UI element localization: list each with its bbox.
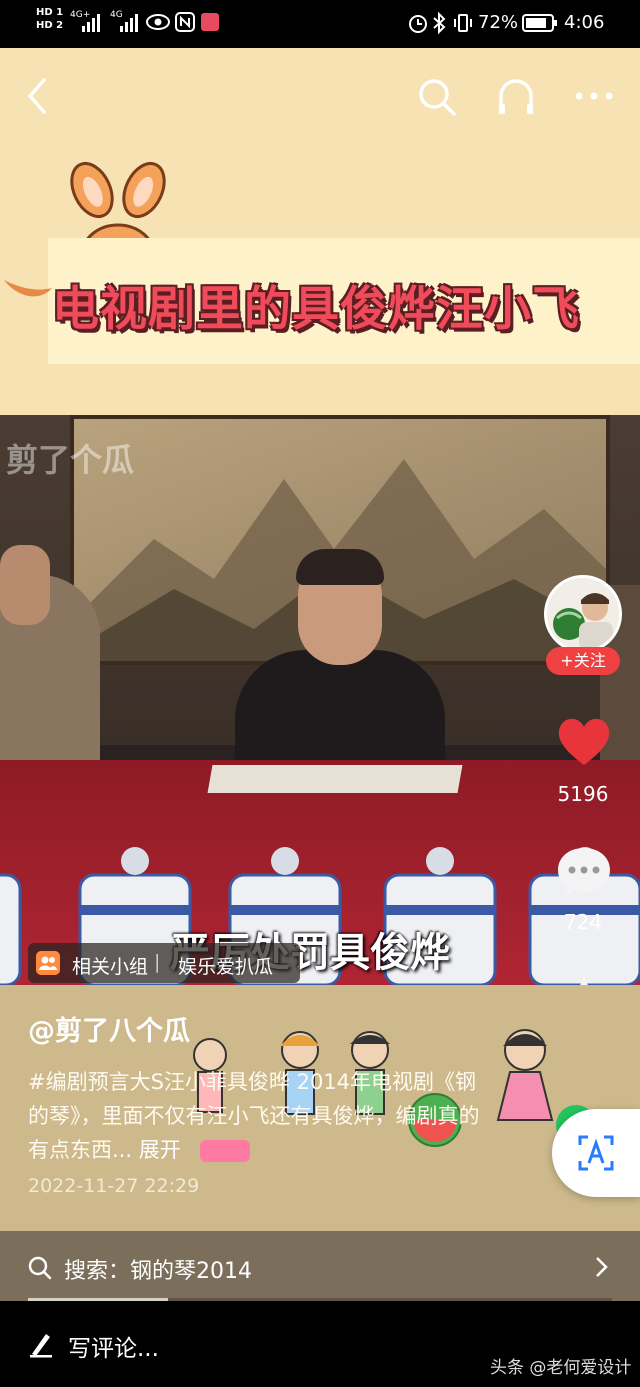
post-description[interactable]: #编剧预言大S汪小菲具俊晔 2014年电视剧《钢的琴》，里面不仅有汪小飞还有具俊… bbox=[28, 1065, 484, 1167]
vibrate-icon bbox=[454, 14, 472, 32]
author-avatar[interactable] bbox=[544, 575, 622, 653]
translate-icon bbox=[578, 1135, 614, 1171]
man-left-head bbox=[0, 545, 50, 625]
video-watermark: 剪了个瓜 bbox=[6, 441, 135, 479]
comment-icon[interactable] bbox=[554, 842, 614, 898]
comment-input[interactable]: 写评论... bbox=[68, 1329, 159, 1363]
search-label: 搜索：钢的琴2014 bbox=[64, 1259, 252, 1284]
follow-button[interactable]: +关注 bbox=[546, 647, 620, 675]
group-divider: | bbox=[154, 951, 161, 973]
related-search-bar[interactable]: 搜索：钢的琴2014 bbox=[0, 1231, 640, 1301]
video-player[interactable]: 剪了个瓜 严厉处罚具俊烨 相关小组 | 娱乐爱扒瓜 bbox=[0, 415, 640, 985]
man-center-hair bbox=[296, 549, 384, 585]
like-count: 5196 bbox=[557, 782, 609, 806]
newspaper bbox=[207, 765, 463, 793]
signal-icon-2 bbox=[120, 14, 138, 32]
search-icon[interactable] bbox=[416, 76, 458, 118]
group-name: 娱乐爱扒瓜 bbox=[178, 956, 274, 978]
bluetooth-icon bbox=[433, 12, 446, 34]
app-notification-icon bbox=[201, 13, 219, 31]
leaf-decoration-icon bbox=[4, 280, 52, 297]
group-icon bbox=[36, 951, 60, 975]
battery-icon bbox=[522, 14, 557, 32]
author-name[interactable]: @剪了八个瓜 bbox=[28, 1009, 190, 1048]
expand-link[interactable]: 展开 bbox=[139, 1138, 181, 1162]
post-date: 2022-11-27 22:29 bbox=[28, 1175, 200, 1197]
chevron-right-icon bbox=[596, 1257, 608, 1277]
pen-icon bbox=[30, 1334, 52, 1358]
battery-percent: 72% bbox=[478, 12, 519, 33]
signal-icon bbox=[82, 14, 100, 32]
comment-count: 724 bbox=[563, 910, 603, 934]
toutiao-watermark: 头条 @老何爱设计 bbox=[490, 1358, 632, 1378]
comment-bar[interactable]: 写评论... 头条 @老何爱设计 bbox=[0, 1301, 640, 1387]
alarm-icon bbox=[409, 15, 427, 33]
like-icon[interactable] bbox=[554, 713, 614, 769]
group-label: 相关小组 bbox=[72, 956, 149, 978]
nfc-icon bbox=[175, 12, 195, 32]
screen-translate-button[interactable] bbox=[552, 1109, 640, 1197]
post-info-area: @剪了八个瓜 #编剧预言大S汪小菲具俊晔 2014年电视剧《钢的琴》，里面不仅有… bbox=[0, 985, 640, 1231]
top-banner: 电视剧里的具俊烨汪小飞 bbox=[0, 48, 640, 415]
status-bar: HD 1 HD 2 4G+ 4G 72% 4:06 bbox=[0, 0, 640, 48]
post-description-text: #编剧预言大S汪小菲具俊晔 2014年电视剧《钢的琴》，里面不仅有汪小飞还有具俊… bbox=[28, 1070, 480, 1162]
related-group-chip[interactable]: 相关小组 | 娱乐爱扒瓜 bbox=[28, 943, 300, 983]
search-small-icon bbox=[28, 1256, 52, 1280]
page-title: 电视剧里的具俊烨汪小飞 bbox=[52, 282, 580, 337]
eye-icon bbox=[146, 14, 170, 30]
back-icon[interactable] bbox=[22, 76, 52, 116]
more-icon[interactable] bbox=[574, 90, 614, 102]
headphones-icon[interactable] bbox=[496, 76, 536, 118]
clock: 4:06 bbox=[564, 12, 605, 33]
sim-indicator: HD 1 HD 2 bbox=[36, 7, 64, 31]
